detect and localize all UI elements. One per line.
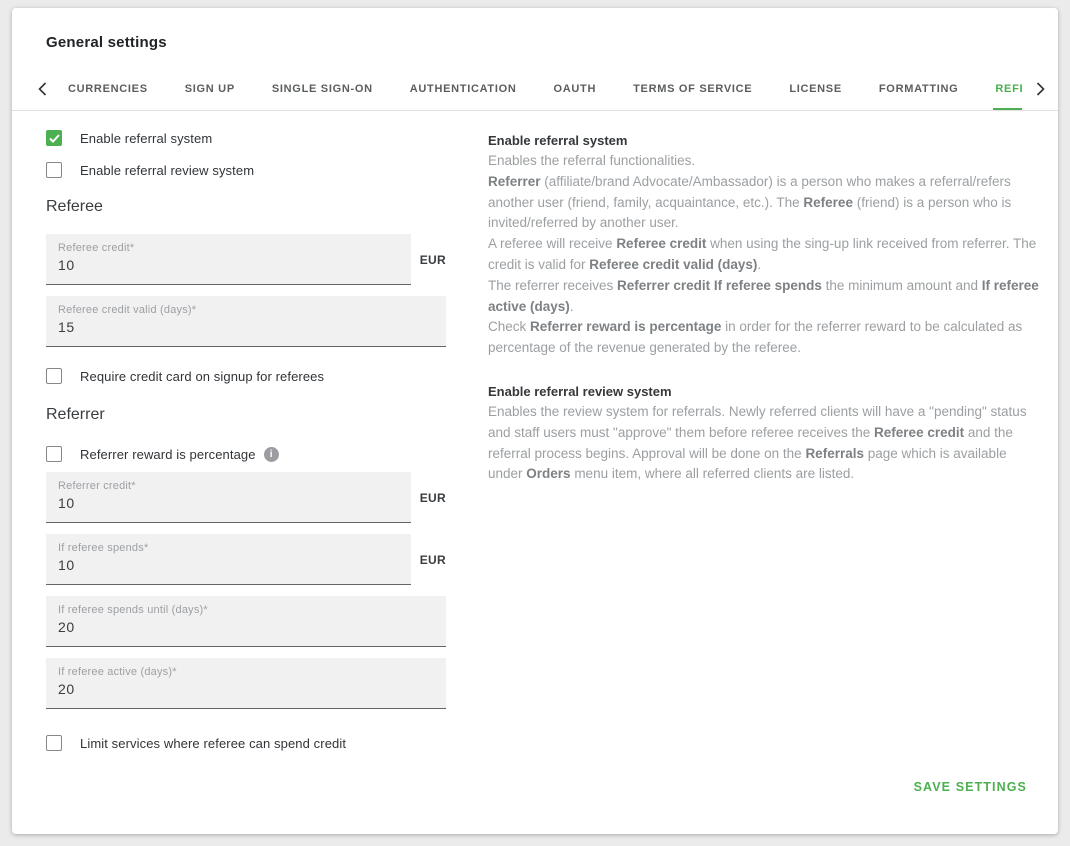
help-paragraph: Enables the review system for referrals.…	[488, 402, 1040, 485]
if-referee-active-input[interactable]	[58, 681, 434, 697]
footer-actions: SAVE SETTINGS	[914, 778, 1027, 796]
checkbox-label: Referrer reward is percentage	[80, 447, 256, 462]
help-enable-review-system: Enable referral review system Enables th…	[488, 382, 1040, 485]
checkbox-row-limit-services[interactable]: Limit services where referee can spend c…	[46, 735, 446, 751]
chevron-left-icon	[38, 82, 47, 96]
checkbox-label: Enable referral review system	[80, 163, 254, 178]
checkbox-row-enable-review-system[interactable]: Enable referral review system	[46, 162, 446, 178]
help-paragraph: Enables the referral functionalities.	[488, 151, 1040, 172]
field-label: Referee credit*	[58, 242, 399, 254]
if-referee-spends-field: If referee spends* EUR	[46, 534, 446, 585]
tabs-viewport: CURRENCIES SIGN UP SINGLE SIGN-ON AUTHEN…	[68, 68, 1022, 110]
help-column: Enable referral system Enables the refer…	[488, 130, 1040, 767]
field-label: Referee credit valid (days)*	[58, 304, 434, 316]
tab-currencies[interactable]: CURRENCIES	[68, 68, 148, 110]
checkbox-label: Enable referral system	[80, 131, 212, 146]
enable-referral-system-checkbox[interactable]	[46, 130, 62, 146]
tabs-row: CURRENCIES SIGN UP SINGLE SIGN-ON AUTHEN…	[68, 68, 1022, 110]
help-paragraph: A referee will receive Referee credit wh…	[488, 234, 1040, 276]
referee-credit-field-box[interactable]: Referee credit*	[46, 234, 411, 285]
info-icon[interactable]	[264, 447, 279, 462]
if-referee-spends-input[interactable]	[58, 557, 399, 573]
if-referee-spends-field-box[interactable]: If referee spends*	[46, 534, 411, 585]
tabs-scroll-left-button[interactable]	[30, 68, 54, 110]
if-referee-spends-until-field: If referee spends until (days)*	[46, 596, 446, 647]
field-label: Referrer credit*	[58, 480, 399, 492]
referee-credit-input[interactable]	[58, 257, 399, 273]
checkbox-row-reward-is-percentage[interactable]: Referrer reward is percentage	[46, 446, 446, 462]
if-referee-spends-until-field-box[interactable]: If referee spends until (days)*	[46, 596, 446, 647]
help-paragraph: The referrer receives Referrer credit If…	[488, 276, 1040, 318]
checkbox-label: Limit services where referee can spend c…	[80, 736, 346, 751]
tab-single-sign-on[interactable]: SINGLE SIGN-ON	[272, 68, 373, 110]
checkbox-label: Require credit card on signup for refere…	[80, 369, 324, 384]
help-paragraph: Referrer (affiliate/brand Advocate/Ambas…	[488, 172, 1040, 234]
require-credit-card-checkbox[interactable]	[46, 368, 62, 384]
checkbox-row-require-credit-card[interactable]: Require credit card on signup for refere…	[46, 368, 446, 384]
card-header: General settings	[12, 8, 1058, 68]
if-referee-active-field-box[interactable]: If referee active (days)*	[46, 658, 446, 709]
limit-services-checkbox[interactable]	[46, 735, 62, 751]
referrer-section-heading: Referrer	[46, 406, 446, 424]
check-icon	[49, 134, 60, 143]
currency-suffix: EUR	[420, 253, 446, 267]
page-title: General settings	[46, 34, 1058, 51]
referee-credit-valid-field-box[interactable]: Referee credit valid (days)*	[46, 296, 446, 347]
referee-section-heading: Referee	[46, 198, 446, 216]
tab-terms-of-service[interactable]: TERMS OF SERVICE	[633, 68, 752, 110]
if-referee-active-field: If referee active (days)*	[46, 658, 446, 709]
chevron-right-icon	[1036, 82, 1045, 96]
help-paragraph: Check Referrer reward is percentage in o…	[488, 317, 1040, 359]
tabs-scroll-right-button[interactable]	[1022, 68, 1058, 110]
currency-suffix: EUR	[420, 491, 446, 505]
referrer-credit-field-box[interactable]: Referrer credit*	[46, 472, 411, 523]
tab-formatting[interactable]: FORMATTING	[879, 68, 959, 110]
tab-sign-up[interactable]: SIGN UP	[185, 68, 235, 110]
tab-oauth[interactable]: OAUTH	[554, 68, 597, 110]
referee-credit-valid-input[interactable]	[58, 319, 434, 335]
tab-authentication[interactable]: AUTHENTICATION	[410, 68, 517, 110]
reward-is-percentage-checkbox[interactable]	[46, 446, 62, 462]
enable-review-system-checkbox[interactable]	[46, 162, 62, 178]
referrer-credit-field: Referrer credit* EUR	[46, 472, 446, 523]
save-settings-button[interactable]: SAVE SETTINGS	[914, 780, 1027, 794]
referee-credit-valid-field: Referee credit valid (days)*	[46, 296, 446, 347]
checkbox-row-enable-referral-system[interactable]: Enable referral system	[46, 130, 446, 146]
help-title: Enable referral system	[488, 131, 1040, 151]
tab-license[interactable]: LICENSE	[789, 68, 842, 110]
currency-suffix: EUR	[420, 553, 446, 567]
field-label: If referee spends*	[58, 542, 399, 554]
help-enable-referral-system: Enable referral system Enables the refer…	[488, 131, 1040, 359]
if-referee-spends-until-input[interactable]	[58, 619, 434, 635]
tab-referrals[interactable]: REFERRALS	[995, 68, 1022, 110]
settings-card: General settings CURRENCIES SIGN UP SING…	[12, 8, 1058, 834]
form-column: Enable referral system Enable referral r…	[46, 130, 446, 767]
referrer-credit-input[interactable]	[58, 495, 399, 511]
content: Enable referral system Enable referral r…	[12, 111, 1058, 767]
referee-credit-field: Referee credit* EUR	[46, 234, 446, 285]
tab-bar: CURRENCIES SIGN UP SINGLE SIGN-ON AUTHEN…	[12, 68, 1058, 111]
field-label: If referee spends until (days)*	[58, 604, 434, 616]
field-label: If referee active (days)*	[58, 666, 434, 678]
help-title: Enable referral review system	[488, 382, 1040, 402]
